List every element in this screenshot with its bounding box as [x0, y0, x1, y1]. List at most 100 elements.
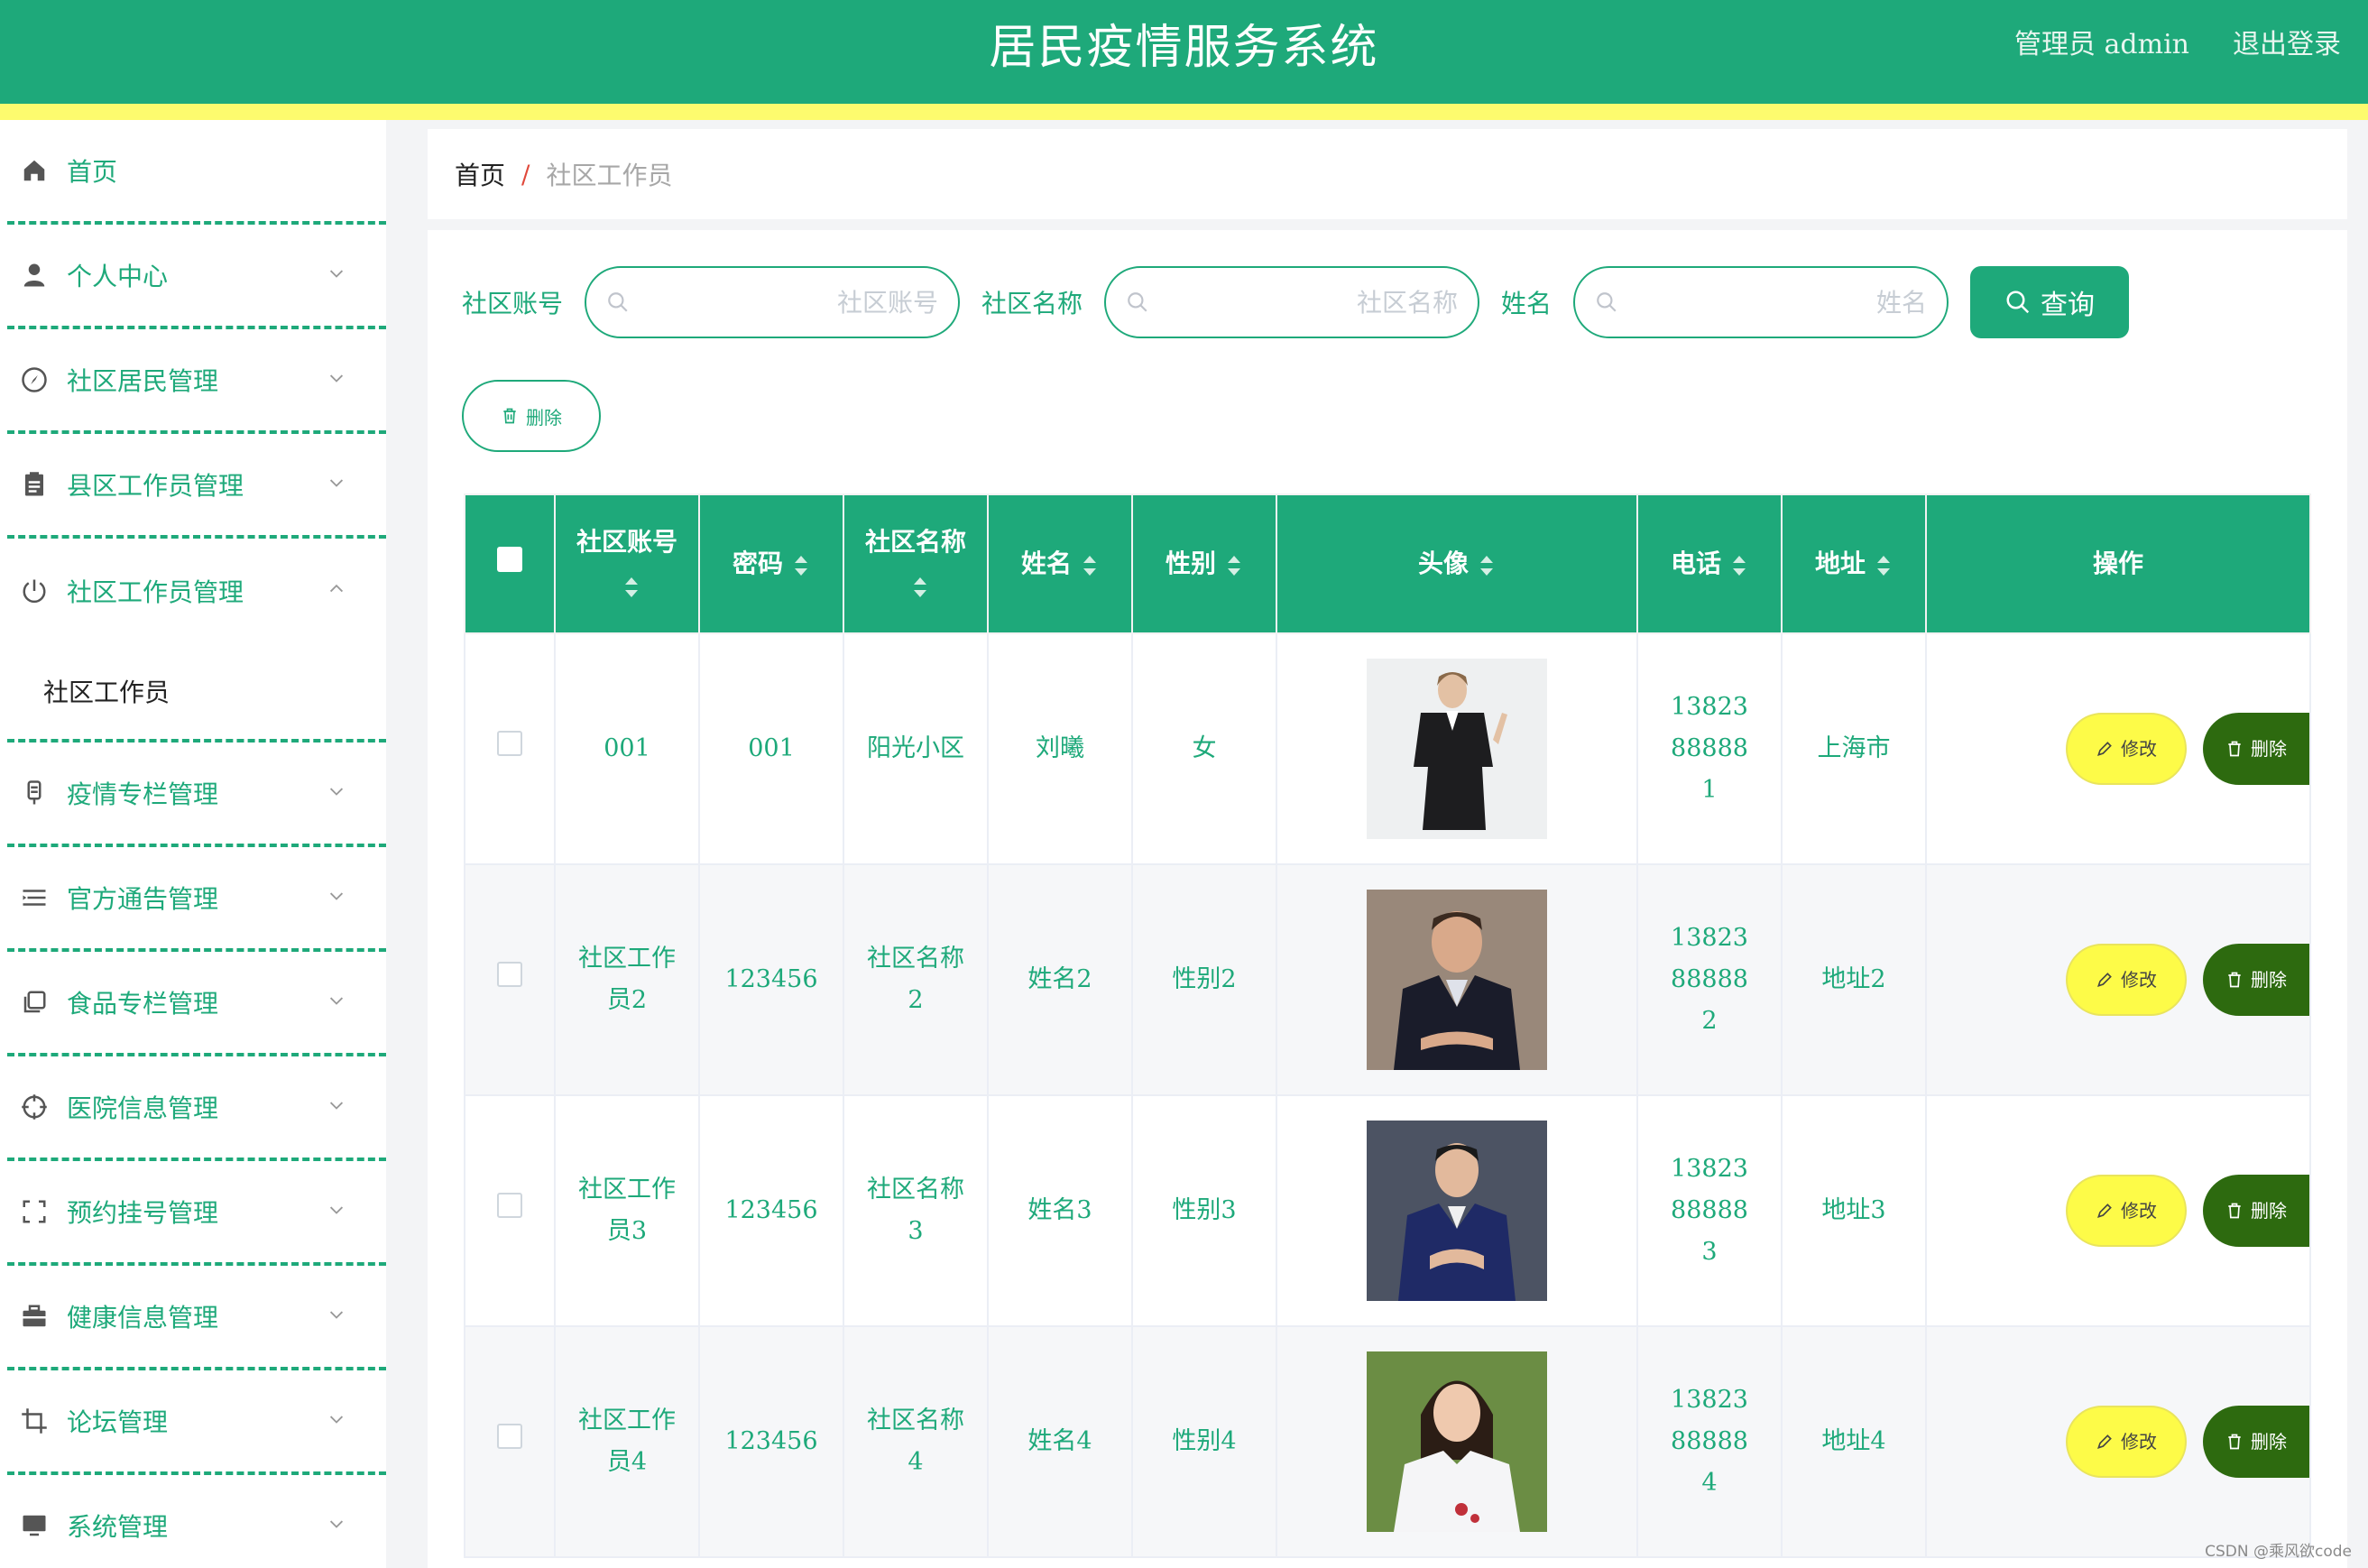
- account-search-box: [585, 266, 961, 338]
- trash-icon: [2228, 972, 2241, 988]
- address-cell: 地址2: [1781, 863, 1927, 1096]
- row-checkbox[interactable]: [497, 731, 522, 756]
- sort-icon: [1228, 555, 1240, 576]
- column-header-phone[interactable]: 电话: [1636, 493, 1783, 634]
- trash-icon: [2228, 1203, 2241, 1219]
- column-header-avatar[interactable]: 头像: [1276, 493, 1638, 634]
- row-select-cell: [464, 632, 556, 865]
- trash-icon: [503, 408, 516, 424]
- column-header-gender[interactable]: 性别: [1131, 493, 1277, 634]
- sidebar-item-forum[interactable]: 论坛管理: [7, 1370, 386, 1475]
- column-header-community[interactable]: 社区名称: [843, 493, 989, 634]
- sidebar-item-health-info[interactable]: 健康信息管理: [7, 1266, 386, 1370]
- sidebar-item-label: 健康信息管理: [67, 1303, 219, 1333]
- trash-icon: [2228, 741, 2241, 757]
- edit-button[interactable]: 修改: [2066, 713, 2187, 785]
- avatar[interactable]: [1367, 1351, 1547, 1532]
- chevron-up-icon: [329, 584, 344, 593]
- batch-delete-button[interactable]: 删除: [462, 380, 601, 452]
- chevron-down-icon: [329, 892, 344, 900]
- sidebar-item-official-notice[interactable]: 官方通告管理: [7, 847, 386, 952]
- sidebar-item-label: 社区工作员管理: [67, 577, 244, 607]
- briefcase-icon: [20, 1302, 49, 1331]
- table-row: 社区工作员2 123456 社区名称2 姓名2 性别2 13823888882 …: [464, 863, 2311, 1096]
- sidebar: 首页 个人中心 社区居民管理 县区工作员管理 社区工作员管理 社区工作员 疫情专…: [0, 120, 386, 1568]
- copy-icon: [20, 988, 49, 1017]
- sidebar-item-epidemic-column[interactable]: 疫情专栏管理: [7, 742, 386, 847]
- chevron-down-icon: [329, 374, 344, 383]
- avatar-cell: [1276, 863, 1638, 1096]
- row-checkbox[interactable]: [497, 1193, 522, 1218]
- edit-button[interactable]: 修改: [2066, 1175, 2187, 1247]
- avatar[interactable]: [1367, 659, 1547, 839]
- sort-icon: [1877, 555, 1890, 576]
- sidebar-subitem-community-worker[interactable]: 社区工作员: [7, 643, 386, 742]
- community-cell: 阳光小区: [843, 632, 989, 865]
- column-header-name[interactable]: 姓名: [987, 493, 1133, 634]
- phone-cell: 13823888881: [1636, 632, 1783, 865]
- sidebar-item-community-workers[interactable]: 社区工作员管理: [7, 539, 386, 643]
- name-search-input[interactable]: [1618, 287, 1928, 318]
- sidebar-item-residents[interactable]: 社区居民管理: [7, 329, 386, 434]
- breadcrumb-separator: /: [521, 159, 530, 189]
- delete-button[interactable]: 删除: [2203, 1175, 2309, 1247]
- account-cell: 社区工作员2: [554, 863, 700, 1096]
- frame-icon: [20, 1197, 49, 1226]
- gender-cell: 性别3: [1131, 1094, 1277, 1327]
- search-icon: [1597, 292, 1617, 312]
- clipboard-icon: [20, 470, 49, 499]
- avatar[interactable]: [1367, 890, 1547, 1070]
- column-header-account[interactable]: 社区账号: [554, 493, 700, 634]
- select-all-checkbox[interactable]: [497, 547, 522, 572]
- sidebar-item-hospital-info[interactable]: 医院信息管理: [7, 1056, 386, 1161]
- sidebar-item-system[interactable]: 系统管理: [7, 1475, 386, 1568]
- avatar-cell: [1276, 1325, 1638, 1558]
- content-panel: 社区账号 社区名称 姓名 查询 删除: [428, 230, 2347, 1568]
- row-checkbox[interactable]: [497, 1424, 522, 1449]
- password-cell: 001: [698, 632, 844, 865]
- sidebar-item-county-workers[interactable]: 县区工作员管理: [7, 434, 386, 539]
- sidebar-item-appointment[interactable]: 预约挂号管理: [7, 1161, 386, 1266]
- breadcrumb: 首页 / 社区工作员: [428, 129, 2347, 219]
- power-icon: [20, 576, 49, 605]
- search-icon: [1128, 292, 1147, 312]
- chevron-down-icon: [329, 270, 344, 278]
- avatar[interactable]: [1367, 1121, 1547, 1301]
- edit-button[interactable]: 修改: [2066, 944, 2187, 1016]
- chevron-down-icon: [329, 1206, 344, 1214]
- community-search-input[interactable]: [1149, 287, 1459, 318]
- sidebar-item-label: 疫情专栏管理: [67, 779, 219, 809]
- edit-button[interactable]: 修改: [2066, 1406, 2187, 1478]
- name-cell: 姓名4: [987, 1325, 1133, 1558]
- search-bar: 社区账号 社区名称 姓名 查询: [462, 266, 2130, 338]
- address-cell: 地址4: [1781, 1325, 1927, 1558]
- avatar-cell: [1276, 1094, 1638, 1327]
- name-cell: 姓名2: [987, 863, 1133, 1096]
- breadcrumb-home[interactable]: 首页: [455, 156, 505, 192]
- sidebar-item-personal-center[interactable]: 个人中心: [7, 225, 386, 329]
- sidebar-item-label: 医院信息管理: [67, 1093, 219, 1123]
- name-search-box: [1573, 266, 1949, 338]
- row-select-cell: [464, 1094, 556, 1327]
- logout-link[interactable]: 退出登录: [2233, 22, 2341, 61]
- query-button[interactable]: 查询: [1970, 266, 2130, 338]
- row-checkbox[interactable]: [497, 962, 522, 987]
- edit-icon: [2097, 973, 2112, 987]
- account-search-input[interactable]: [630, 287, 939, 318]
- delete-button[interactable]: 删除: [2203, 713, 2309, 785]
- sidebar-item-food-column[interactable]: 食品专栏管理: [7, 952, 386, 1056]
- column-header-actions: 操作: [1925, 493, 2311, 634]
- column-header-address[interactable]: 地址: [1781, 493, 1927, 634]
- search-icon: [2006, 291, 2030, 314]
- password-cell: 123456: [698, 1325, 844, 1558]
- chevron-down-icon: [329, 1102, 344, 1110]
- edit-icon: [2097, 1434, 2112, 1449]
- column-header-password[interactable]: 密码: [698, 493, 844, 634]
- delete-button[interactable]: 删除: [2203, 944, 2309, 1016]
- sidebar-item-home[interactable]: 首页: [7, 120, 386, 225]
- crosshair-icon: [20, 1093, 49, 1121]
- row-actions: 修改 删除: [1927, 634, 2309, 863]
- avatar-cell: [1276, 632, 1638, 865]
- account-cell: 001: [554, 632, 700, 865]
- delete-button[interactable]: 删除: [2203, 1406, 2309, 1478]
